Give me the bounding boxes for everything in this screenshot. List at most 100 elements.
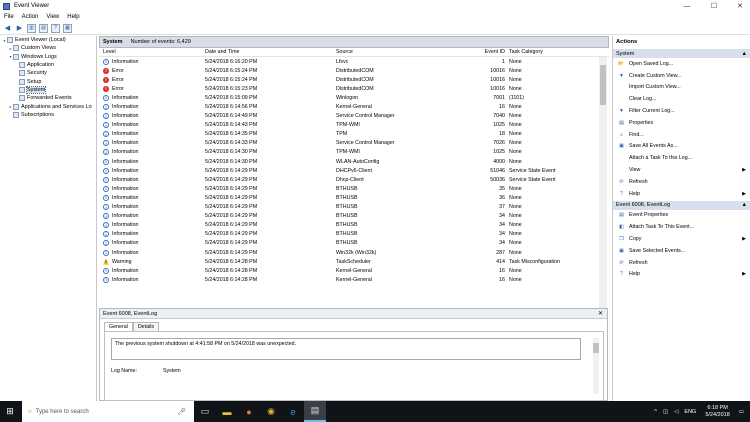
event-row[interactable]: i Information 5/24/2018 6:14:49 PM Service … xyxy=(99,112,599,121)
scrollbar-thumb[interactable] xyxy=(593,343,599,353)
menu-file[interactable]: File xyxy=(0,14,18,20)
event-row[interactable]: i Information 5/24/2018 6:16:20 PM Lfsvc 1 No… xyxy=(99,57,599,66)
action-item[interactable]: ◧ Attach Task To This Event... xyxy=(613,221,750,233)
event-row[interactable]: i Information 5/24/2018 6:14:33 PM Service … xyxy=(99,139,599,148)
event-viewer-taskbar-icon[interactable]: ▤ xyxy=(304,401,326,422)
event-row[interactable]: i Information 5/24/2018 6:14:29 PM BTHUSB 36… xyxy=(99,193,599,202)
event-message[interactable]: The previous system shutdown at 4:41:58 … xyxy=(111,338,581,360)
event-row[interactable]: i Information 5/24/2018 6:14:35 PM TPM 18 Non… xyxy=(99,130,599,139)
event-date: 5/24/2018 6:14:30 PM xyxy=(205,149,258,156)
event-row[interactable]: i Information 5/24/2018 6:15:09 PM Winlogon… xyxy=(99,93,599,102)
event-row[interactable]: i Information 5/24/2018 6:14:29 PM Dhcp-Cli… xyxy=(99,175,599,184)
event-row[interactable]: ! Error 5/24/2018 6:15:24 PM DistributedCOM… xyxy=(99,75,599,84)
column-header-level[interactable]: Level xyxy=(99,49,205,55)
action-item[interactable]: ? Help ▶ xyxy=(613,269,750,281)
event-row[interactable]: i Information 5/24/2018 6:14:28 PM Kernel-G… xyxy=(99,266,599,275)
column-header-event-id[interactable]: Event ID xyxy=(469,49,509,55)
network-icon[interactable]: ◫ xyxy=(663,409,668,415)
details-scrollbar[interactable] xyxy=(593,338,599,394)
taskbar-search[interactable]: ○ Type here to search 🎤︎ xyxy=(22,401,194,422)
event-row[interactable]: ! Error 5/24/2018 6:15:23 PM DistributedCOM… xyxy=(99,84,599,93)
action-item[interactable]: ? Help ▶ xyxy=(613,188,750,200)
event-row[interactable]: i Information 5/24/2018 6:14:43 PM TPM-WMI 1… xyxy=(99,121,599,130)
tab-details[interactable]: Details xyxy=(132,322,160,331)
tree-item[interactable]: ▾ Windows Logs xyxy=(0,53,96,61)
clock[interactable]: 6:18 PM 5/24/2018 xyxy=(705,405,729,419)
show-hide-tree-icon[interactable]: ▥ xyxy=(27,23,36,33)
tree-item[interactable]: Security xyxy=(0,69,96,77)
back-arrow-icon[interactable]: ◀ xyxy=(3,24,12,33)
column-header-source[interactable]: Source xyxy=(336,49,469,55)
menu-help[interactable]: Help xyxy=(63,14,83,20)
event-row[interactable]: i Information 5/24/2018 6:14:29 PM BTHUSB 34… xyxy=(99,230,599,239)
event-list-scrollbar[interactable] xyxy=(599,57,607,311)
action-center-icon[interactable]: ▭ xyxy=(739,409,744,415)
tree-item[interactable]: Subscriptions xyxy=(0,111,96,119)
forward-arrow-icon[interactable]: ▶ xyxy=(15,24,24,33)
tree-item[interactable]: ▾ Event Viewer (Local) xyxy=(0,36,96,44)
tree-item[interactable]: System xyxy=(0,85,96,94)
event-row[interactable]: i Information 5/24/2018 6:14:29 PM BTHUSB 34… xyxy=(99,221,599,230)
properties-icon[interactable]: ▤ xyxy=(39,23,48,33)
toolbar: ◀ ▶ ▥ ▤ ? ▦ xyxy=(0,22,750,35)
menu-action[interactable]: Action xyxy=(18,14,43,20)
action-item[interactable]: ▼ Create Custom View... xyxy=(613,70,750,82)
show-hidden-icons[interactable]: ^ xyxy=(654,409,657,415)
action-item[interactable]: ⟳ Refresh xyxy=(613,257,750,269)
action-item[interactable]: ▼ Filter Current Log... xyxy=(613,105,750,117)
close-button[interactable]: ✕ xyxy=(731,0,749,12)
column-header-date[interactable]: Date and Time xyxy=(205,49,336,55)
event-row[interactable]: i Information 5/24/2018 6:14:30 PM WLAN-Aut… xyxy=(99,157,599,166)
chrome-icon[interactable]: ◉ xyxy=(260,401,282,422)
collapse-icon[interactable]: ▲ xyxy=(742,51,747,57)
action-item[interactable]: Clear Log... xyxy=(613,93,750,105)
language-indicator[interactable]: ENG xyxy=(684,409,696,415)
event-row[interactable]: i Information 5/24/2018 6:14:56 PM Kernel-G… xyxy=(99,102,599,111)
minimize-button[interactable]: — xyxy=(678,0,696,12)
show-hide-action-pane-icon[interactable]: ▦ xyxy=(63,23,72,33)
action-item[interactable]: ▣ Save All Events As... xyxy=(613,141,750,153)
event-row[interactable]: i Information 5/24/2018 6:14:29 PM DHCPv6-C… xyxy=(99,166,599,175)
microphone-icon[interactable]: 🎤︎ xyxy=(177,408,186,416)
volume-icon[interactable]: ◁ xyxy=(674,409,678,415)
edge-icon[interactable]: e xyxy=(282,401,304,422)
event-row[interactable]: i Information 5/24/2018 6:14:29 PM Win32k (… xyxy=(99,248,599,257)
firefox-icon[interactable]: ● xyxy=(238,401,260,422)
action-item[interactable]: ❐ Copy ▶ xyxy=(613,233,750,245)
event-row[interactable]: i Information 5/24/2018 6:14:29 PM BTHUSB 37… xyxy=(99,203,599,212)
event-row[interactable]: ! Warning 5/24/2018 6:14:28 PM TaskSchedule… xyxy=(99,257,599,266)
action-item[interactable]: ⟳ Refresh xyxy=(613,176,750,188)
actions-section-system[interactable]: System ▲ xyxy=(613,49,750,58)
event-row[interactable]: i Information 5/24/2018 6:14:30 PM TPM-WMI 1… xyxy=(99,148,599,157)
event-row[interactable]: i Information 5/24/2018 6:14:28 PM Kernel-G… xyxy=(99,275,599,284)
tree-item[interactable]: ▸ Custom Views xyxy=(0,44,96,52)
windows-start-icon[interactable]: ⊞ xyxy=(0,401,20,422)
action-item[interactable]: ▣ Save Selected Events... xyxy=(613,245,750,257)
help-icon[interactable]: ? xyxy=(51,23,60,33)
action-item[interactable]: ⌕ Find... xyxy=(613,129,750,141)
event-row[interactable]: ! Error 5/24/2018 6:15:24 PM DistributedCOM… xyxy=(99,66,599,75)
collapse-icon[interactable]: ▲ xyxy=(742,202,747,208)
scrollbar-thumb[interactable] xyxy=(600,65,606,105)
event-row[interactable]: i Information 5/24/2018 6:14:29 PM BTHUSB 35… xyxy=(99,184,599,193)
actions-section-event[interactable]: Event 6008, EventLog ▲ xyxy=(613,200,750,210)
maximize-button[interactable]: ☐ xyxy=(705,0,723,12)
action-item[interactable]: Attach a Task To this Log... xyxy=(613,152,750,164)
action-item[interactable]: Import Custom View... xyxy=(613,82,750,94)
action-item[interactable]: ▤ Properties xyxy=(613,117,750,129)
action-item[interactable]: View ▶ xyxy=(613,164,750,176)
tree-item[interactable]: Setup xyxy=(0,77,96,85)
event-row[interactable]: i Information 5/24/2018 6:14:29 PM BTHUSB 34… xyxy=(99,239,599,248)
action-item[interactable]: ▤ Event Properties xyxy=(613,210,750,222)
task-view-icon[interactable]: ▭ xyxy=(194,401,216,422)
column-header-task-category[interactable]: Task Category xyxy=(509,49,599,55)
tree-item[interactable]: Application xyxy=(0,61,96,69)
tab-general[interactable]: General xyxy=(104,322,133,331)
file-explorer-icon[interactable]: ▬ xyxy=(216,401,238,422)
tree-item[interactable]: ▸ Applications and Services Lo xyxy=(0,102,96,110)
tree-item[interactable]: Forwarded Events xyxy=(0,94,96,102)
menu-view[interactable]: View xyxy=(42,14,63,20)
close-details-icon[interactable]: ✕ xyxy=(598,310,603,317)
action-item[interactable]: 📂 Open Saved Log... xyxy=(613,58,750,70)
event-row[interactable]: i Information 5/24/2018 6:14:29 PM BTHUSB 34… xyxy=(99,212,599,221)
